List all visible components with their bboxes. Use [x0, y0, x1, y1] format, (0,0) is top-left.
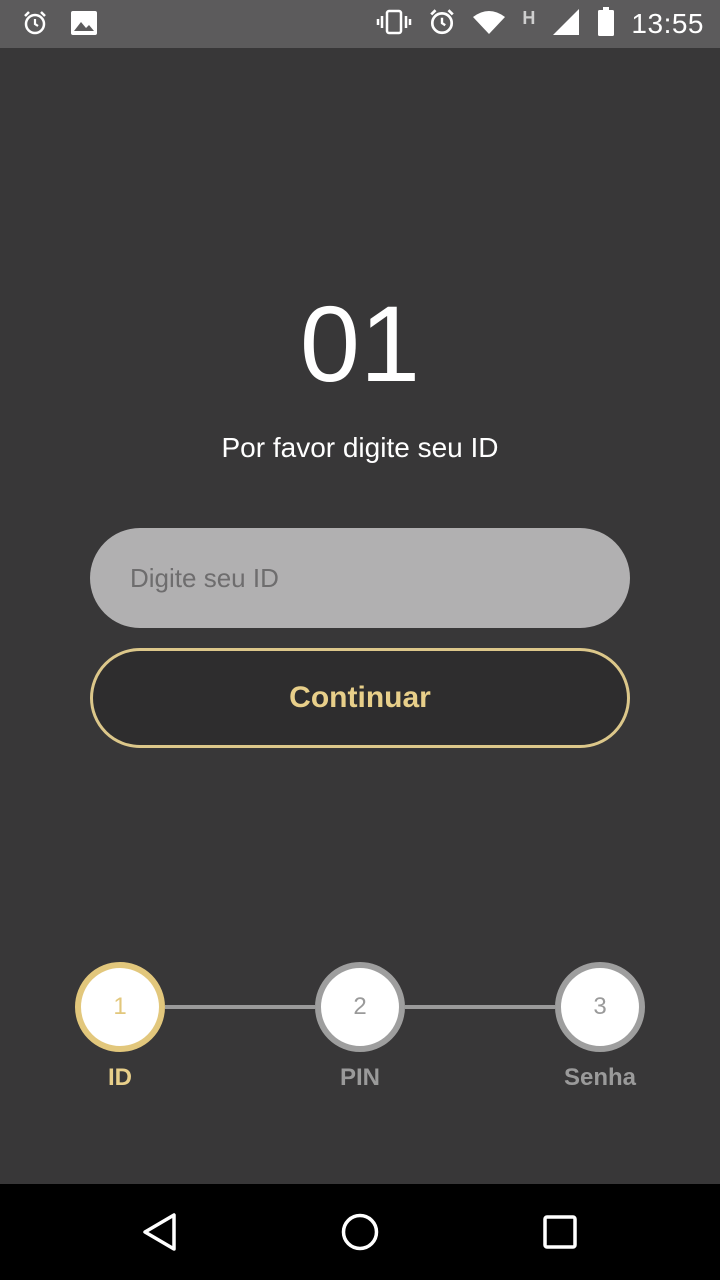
alarm-icon [428, 8, 456, 41]
continue-button[interactable]: Continuar [90, 648, 630, 748]
continue-button-label: Continuar [289, 681, 431, 714]
step-label-pin: PIN [339, 1064, 380, 1091]
recents-icon [543, 1215, 577, 1249]
step-indicator-senha: 3 [555, 962, 645, 1052]
back-button[interactable] [140, 1212, 180, 1252]
image-icon [70, 10, 98, 41]
home-button[interactable] [340, 1212, 380, 1252]
step-number-label: 1 [113, 993, 127, 1020]
clock-time: 13:55 [631, 8, 704, 39]
stepper-connector [405, 1005, 555, 1009]
step-number: 01 [299, 283, 421, 404]
instruction-text: Por favor digite seu ID [221, 432, 499, 463]
step-number-label: 3 [593, 993, 607, 1020]
battery-icon [597, 6, 615, 42]
recents-button[interactable] [540, 1212, 580, 1252]
status-bar: H 13:55 [0, 0, 720, 48]
step-indicator-pin: 2 [315, 962, 405, 1052]
home-icon [341, 1213, 379, 1251]
step-label-id: ID [108, 1064, 132, 1091]
navigation-bar [0, 1184, 720, 1280]
vibrate-icon [376, 9, 412, 40]
network-type-label: H [522, 7, 536, 28]
signal-icon [551, 8, 581, 41]
back-icon [143, 1213, 176, 1251]
stepper-connector [165, 1005, 315, 1009]
id-input[interactable] [90, 528, 630, 628]
step-label-senha: Senha [563, 1064, 637, 1091]
alarm-icon [22, 10, 48, 41]
step-number-label: 2 [353, 993, 367, 1020]
step-indicator-id: 1 [75, 962, 165, 1052]
wifi-icon [472, 9, 506, 40]
